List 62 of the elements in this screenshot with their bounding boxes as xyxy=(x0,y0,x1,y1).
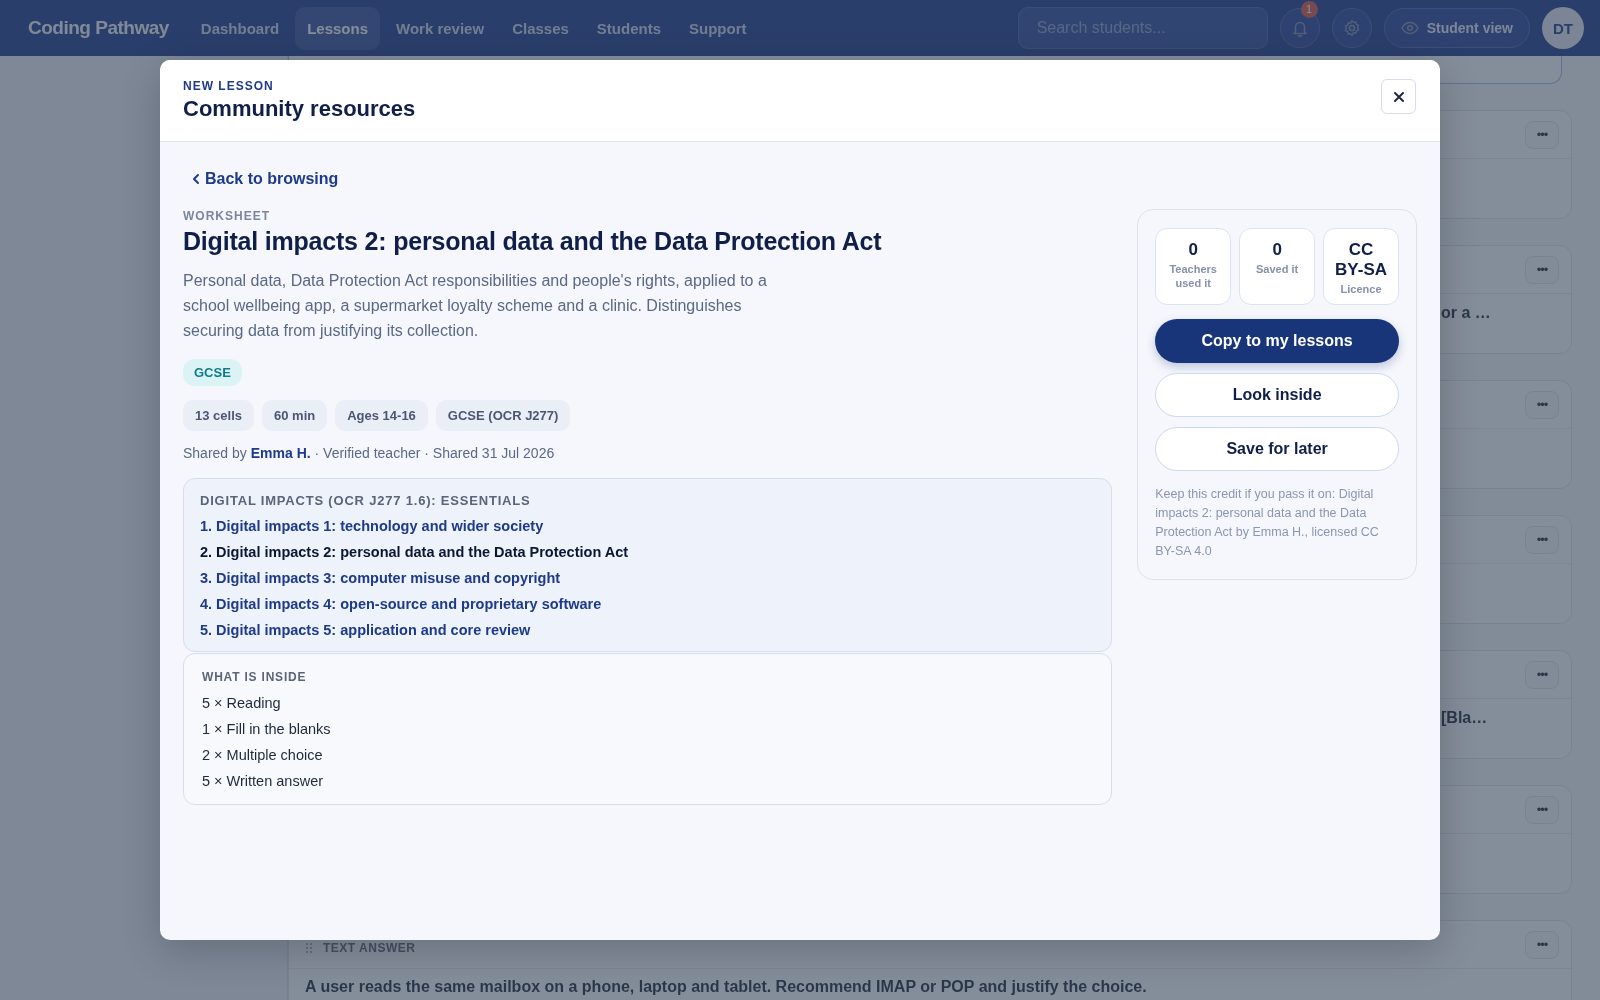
more-options-button[interactable]: ••• xyxy=(1525,525,1559,554)
close-icon xyxy=(1392,90,1405,103)
settings-icon xyxy=(1342,19,1361,37)
resource-title: Digital impacts 2: personal data and the Data Protection Act xyxy=(183,227,883,256)
stat-value: 0 xyxy=(1271,240,1283,260)
drag-handle-icon xyxy=(305,941,313,954)
more-options-button[interactable]: ••• xyxy=(1525,660,1559,689)
brand-logo[interactable]: Coding Pathway xyxy=(28,17,169,39)
nav-tab[interactable]: Students xyxy=(584,6,673,50)
more-options-button[interactable]: ••• xyxy=(1525,795,1559,824)
cell-text: [Bla… xyxy=(1441,709,1489,727)
user-avatar[interactable]: DT xyxy=(1542,7,1584,49)
series-lesson-link[interactable]: 5. Digital impacts 5: application and core review xyxy=(200,617,531,643)
info-chip: GCSE (OCR J277) xyxy=(435,400,571,431)
contents-item: 1 × Fill in the blanks xyxy=(202,720,332,739)
stat-label: Saved it xyxy=(1255,262,1300,276)
series-lesson-link[interactable]: 2. Digital impacts 2: personal data and the Data Protection Act xyxy=(200,539,629,565)
series-lesson-link[interactable]: 3. Digital impacts 3: computer misuse and copyright xyxy=(200,565,561,591)
author-link[interactable]: Emma H. xyxy=(250,445,311,461)
level-tag: GCSE xyxy=(183,359,242,386)
more-options-button[interactable]: ••• xyxy=(1525,120,1559,149)
stat-value: 0 xyxy=(1187,240,1199,260)
cell-text: A user reads the same mailbox on a phone, laptop and tablet. Recommend IMAP or POP and justify the choice. xyxy=(305,978,1148,996)
shared-by-text: Shared by Emma H. · Verified teacher · Shared 31 Jul 2026 xyxy=(183,445,556,461)
modal-eyebrow: NEW LESSON xyxy=(183,79,275,93)
nav-tab[interactable]: Support xyxy=(677,6,759,50)
bell-icon xyxy=(1290,19,1309,37)
nav-tab[interactable]: Work review xyxy=(384,6,497,50)
action-button[interactable]: Look inside xyxy=(1155,373,1399,417)
copy-button[interactable]: Copy to my lessons xyxy=(1155,319,1399,363)
info-chip: Ages 14-16 xyxy=(335,400,428,431)
resource-type: WORKSHEET xyxy=(183,209,271,223)
cell-type-label: TEXT ANSWER xyxy=(323,940,416,955)
nav-tab[interactable]: Classes xyxy=(500,6,581,50)
credit-text: Keep this credit if you pass it on: Digital impacts 2: personal data and the Data Protection Act by Emma H., licensed CC BY-SA 4.0 xyxy=(1155,486,1380,560)
contents-item: 2 × Multiple choice xyxy=(202,746,324,765)
more-options-button[interactable]: ••• xyxy=(1525,390,1559,419)
more-options-button[interactable]: ••• xyxy=(1525,255,1559,284)
close-button[interactable] xyxy=(1381,79,1416,114)
contents-item: 5 × Written answer xyxy=(202,772,325,791)
info-chip: 60 min xyxy=(262,400,328,431)
info-chip: 13 cells xyxy=(183,400,254,431)
eye-icon xyxy=(1400,21,1419,35)
stat-value: CC BY-SA xyxy=(1334,240,1389,280)
contents-title: WHAT IS INSIDE xyxy=(202,670,308,684)
nav-tab[interactable]: Dashboard xyxy=(188,6,292,50)
contents-item: 5 × Reading xyxy=(202,694,282,713)
more-options-button[interactable]: ••• xyxy=(1525,930,1559,959)
back-link[interactable]: Back to browsing xyxy=(183,166,348,192)
action-button[interactable]: Save for later xyxy=(1155,427,1399,471)
stat-label: Licence xyxy=(1339,282,1383,296)
series-lesson-link[interactable]: 1. Digital impacts 1: technology and wider society xyxy=(200,513,544,539)
nav-tab[interactable]: Lessons xyxy=(295,6,380,50)
series-lesson-link[interactable]: 4. Digital impacts 4: open-source and proprietary software xyxy=(200,591,602,617)
modal-title: Community resources xyxy=(183,96,416,122)
series-title: DIGITAL IMPACTS (OCR J277 1.6): ESSENTIALS xyxy=(200,493,532,508)
cell-text: or a … xyxy=(1441,304,1492,322)
settings-button[interactable] xyxy=(1331,8,1372,48)
chevron-left-icon xyxy=(192,173,200,185)
stat-label: Teachers used it xyxy=(1168,262,1218,290)
student-view-button[interactable]: Student view xyxy=(1383,8,1530,48)
resource-description: Personal data, Data Protection Act responsibilities and people's rights, applied to a school wellbeing app, a supermarket loyalty scheme and a clinic. Distinguishes securing data from justifying its collection. xyxy=(183,271,768,341)
